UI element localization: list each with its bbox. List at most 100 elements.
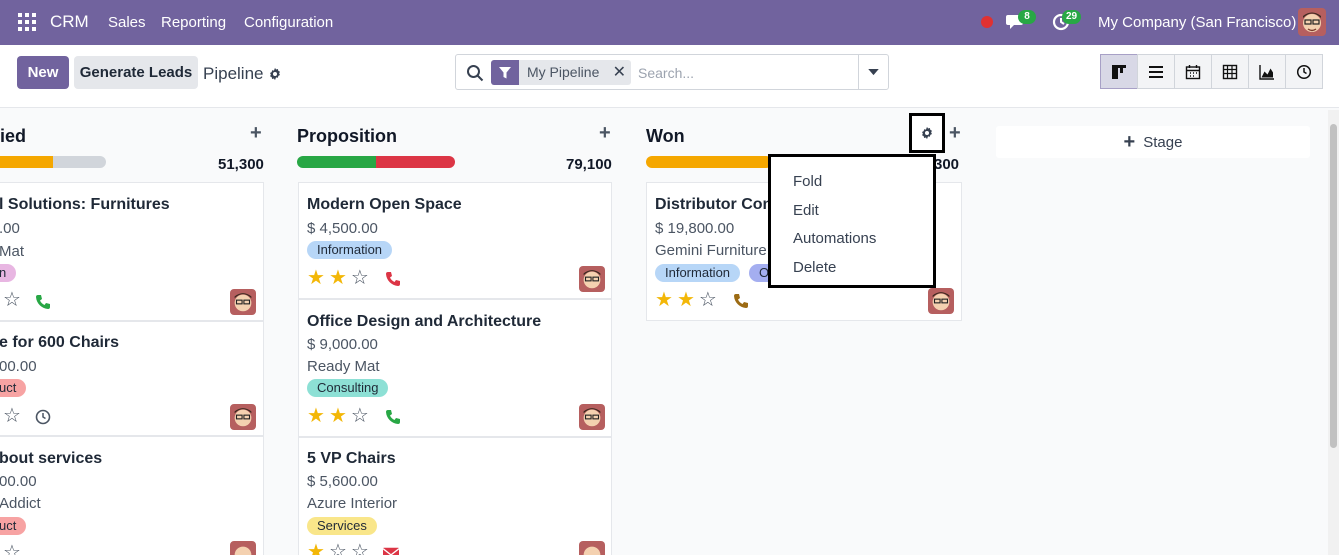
star-icon[interactable]: ★ <box>307 542 325 555</box>
activity-clock-icon[interactable] <box>35 409 51 425</box>
salesperson-avatar[interactable] <box>230 404 256 430</box>
new-button[interactable]: New <box>17 56 69 89</box>
card-tag: Consulting <box>307 379 389 397</box>
activity-clock-icon <box>1296 64 1312 79</box>
area-chart-icon <box>1259 64 1274 80</box>
star-icon[interactable]: ☆ <box>351 542 369 555</box>
list-view-button[interactable] <box>1137 54 1175 89</box>
add-stage-button[interactable]: + Stage <box>996 126 1310 158</box>
breadcrumb: Pipeline <box>203 64 264 83</box>
card-amount: $ 19,800.00 <box>655 220 735 237</box>
search-options-toggle[interactable] <box>858 55 888 89</box>
lead-card[interactable]: Office Design and Architecture $ 9,000.0… <box>298 299 612 437</box>
phone-icon[interactable] <box>733 293 749 309</box>
column-title[interactable]: Proposition <box>297 126 397 147</box>
settings-gear-icon[interactable] <box>268 67 282 81</box>
salesperson-avatar[interactable] <box>928 288 954 314</box>
star-icon[interactable]: ★ <box>307 406 325 426</box>
menu-sales[interactable]: Sales <box>108 14 146 31</box>
add-stage-label: Stage <box>1143 133 1183 151</box>
apps-grid-icon[interactable] <box>18 13 36 31</box>
lead-card[interactable]: e for 600 Chairs 00.00 uct ☆ <box>0 321 264 436</box>
star-icon[interactable]: ★ <box>329 406 347 426</box>
salesperson-avatar[interactable] <box>230 289 256 315</box>
lead-card[interactable]: bout services 00.00 Addict uct ☆ <box>0 436 264 555</box>
card-amount: 00.00 <box>0 473 37 490</box>
app-brand[interactable]: CRM <box>50 12 89 32</box>
column-title[interactable]: Won <box>646 126 685 147</box>
menu-configuration[interactable]: Configuration <box>244 14 333 31</box>
menu-item-delete[interactable]: Delete <box>793 259 836 276</box>
menu-item-edit[interactable]: Edit <box>793 202 819 219</box>
pivot-view-button[interactable] <box>1211 54 1249 89</box>
kanban-view-button[interactable] <box>1100 54 1138 89</box>
calendar-icon <box>1185 64 1201 79</box>
menu-item-automations[interactable]: Automations <box>793 230 876 247</box>
salesperson-avatar[interactable] <box>579 266 605 292</box>
star-icon[interactable]: ☆ <box>351 406 369 426</box>
card-title: Distributor Con <box>655 196 773 213</box>
salesperson-avatar[interactable] <box>230 541 256 555</box>
user-avatar[interactable] <box>1298 8 1326 36</box>
plus-icon: + <box>1123 130 1136 153</box>
star-icon[interactable]: ★ <box>655 290 673 310</box>
quick-create-plus-icon[interactable]: + <box>599 122 611 145</box>
column-progress-bar[interactable] <box>297 156 455 168</box>
scrollbar-thumb[interactable] <box>1330 124 1337 448</box>
menu-item-fold[interactable]: Fold <box>793 173 822 190</box>
facet-label: My Pipeline <box>519 60 608 85</box>
star-icon[interactable]: ☆ <box>3 543 21 555</box>
column-progress-bar[interactable] <box>646 156 772 168</box>
recording-dot-icon[interactable] <box>981 16 993 28</box>
star-icon[interactable]: ☆ <box>699 290 717 310</box>
vertical-scrollbar[interactable] <box>1328 110 1339 555</box>
card-amount: $ 5,600.00 <box>307 473 378 490</box>
envelope-icon[interactable] <box>383 546 399 555</box>
card-title: bout services <box>0 450 103 467</box>
menu-reporting[interactable]: Reporting <box>161 14 226 31</box>
salesperson-avatar[interactable] <box>579 541 605 555</box>
calendar-view-button[interactable] <box>1174 54 1212 89</box>
star-icon[interactable]: ☆ <box>351 268 369 288</box>
card-tag: uct <box>0 379 27 397</box>
column-progress-bar[interactable] <box>0 156 106 168</box>
graph-view-button[interactable] <box>1248 54 1286 89</box>
gear-icon <box>922 126 932 140</box>
search-input[interactable] <box>638 62 853 84</box>
column-total: 51,300 <box>218 156 264 173</box>
phone-icon[interactable] <box>385 271 401 287</box>
quick-create-plus-icon[interactable]: + <box>949 122 961 145</box>
column-title[interactable]: ied <box>0 126 26 147</box>
lead-card[interactable]: Modern Open Space $ 4,500.00 Information… <box>298 182 612 299</box>
column-settings-gear[interactable] <box>909 113 945 153</box>
star-icon[interactable]: ☆ <box>3 406 21 426</box>
star-icon[interactable]: ★ <box>307 268 325 288</box>
phone-icon[interactable] <box>35 294 51 310</box>
card-title: e for 600 Chairs <box>0 334 120 351</box>
column-total: 79,100 <box>566 156 612 173</box>
card-company: Mat <box>0 243 25 260</box>
star-icon[interactable]: ☆ <box>3 290 21 310</box>
lead-card[interactable]: 5 VP Chairs $ 5,600.00 Azure Interior Se… <box>298 437 612 555</box>
control-panel: New Generate Leads Pipeline My Pipeline … <box>0 45 1339 108</box>
generate-leads-button[interactable]: Generate Leads <box>74 56 198 89</box>
salesperson-avatar[interactable] <box>579 404 605 430</box>
star-icon[interactable]: ★ <box>329 268 347 288</box>
star-icon[interactable]: ☆ <box>329 542 347 555</box>
activities-badge: 29 <box>1062 10 1082 24</box>
activity-view-button[interactable] <box>1285 54 1323 89</box>
card-amount: 00.00 <box>0 358 37 375</box>
quick-create-plus-icon[interactable]: + <box>250 122 262 145</box>
facet-remove-icon[interactable]: ✕ <box>607 60 632 85</box>
messages-badge: 8 <box>1018 10 1036 24</box>
card-company: Ready Mat <box>307 358 380 375</box>
card-tag: Information <box>655 264 741 282</box>
phone-icon[interactable] <box>385 409 401 425</box>
company-switcher[interactable]: My Company (San Francisco) <box>1098 14 1296 31</box>
kanban-icon <box>1112 64 1126 79</box>
star-icon[interactable]: ★ <box>677 290 695 310</box>
search-icon[interactable] <box>466 64 484 82</box>
view-switcher <box>1100 54 1323 89</box>
lead-card[interactable]: l Solutions: Furnitures .00 Mat n ☆ <box>0 182 264 321</box>
card-title: 5 VP Chairs <box>307 450 396 467</box>
